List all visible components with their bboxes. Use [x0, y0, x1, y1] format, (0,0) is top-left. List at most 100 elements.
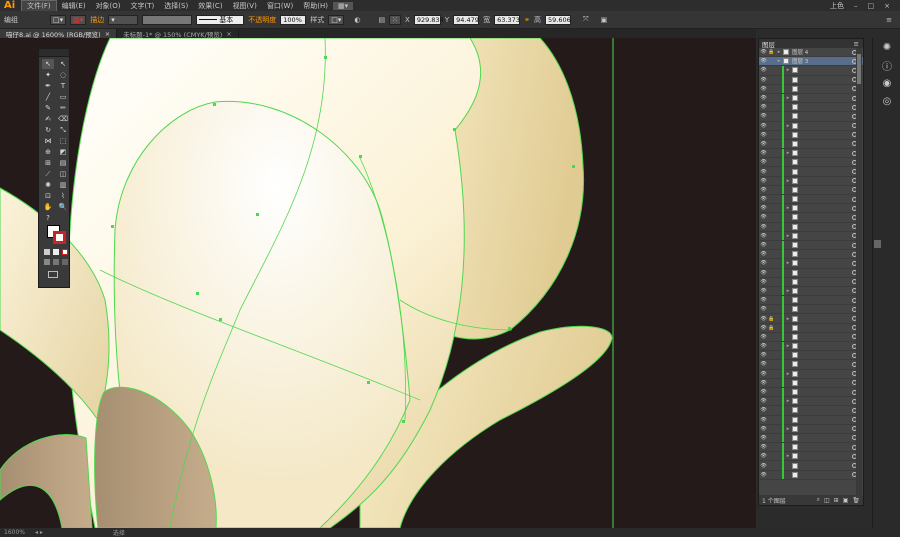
- transform-icon[interactable]: ⤧: [583, 15, 589, 24]
- tab-document-2[interactable]: 未标题-1* @ 150% (CMYK/预览) ×: [117, 29, 239, 39]
- sublayer-row[interactable]: 👁 🔒: [759, 323, 863, 333]
- workspace-switcher[interactable]: 上色: [830, 1, 844, 11]
- eraser-tool-icon[interactable]: ⌫: [57, 114, 69, 124]
- sublayer-row[interactable]: 👁 ▸: [759, 203, 863, 214]
- sublayer-row[interactable]: 👁: [759, 304, 863, 315]
- visibility-eye-icon[interactable]: 👁: [759, 196, 768, 202]
- mesh-tool-icon[interactable]: ⊞: [42, 158, 54, 168]
- visibility-eye-icon[interactable]: 👁: [759, 58, 768, 64]
- bridge-icon[interactable]: ▦▾: [332, 1, 354, 10]
- visibility-eye-icon[interactable]: 👁: [759, 104, 768, 110]
- width-tool-icon[interactable]: ⋈: [42, 136, 54, 146]
- sublayer-row[interactable]: 👁 🔒 ▸: [759, 314, 863, 324]
- visibility-eye-icon[interactable]: 👁: [759, 371, 768, 377]
- type-tool-icon[interactable]: T: [57, 81, 69, 91]
- reference-point-icon[interactable]: ⁙: [389, 14, 402, 25]
- expand-triangle-icon[interactable]: ▸: [775, 49, 783, 55]
- sublayer-row[interactable]: 👁 ▸: [759, 369, 863, 379]
- minimize-button[interactable]: –: [854, 2, 858, 10]
- sublayer-row[interactable]: 👁 ▸: [759, 396, 863, 407]
- symbol-sprayer-tool-icon[interactable]: ✺: [42, 180, 54, 190]
- maximize-button[interactable]: □: [868, 2, 875, 10]
- opacity-field[interactable]: 100%: [280, 14, 307, 25]
- visibility-eye-icon[interactable]: 👁: [759, 49, 768, 55]
- visibility-eye-icon[interactable]: 👁: [759, 214, 768, 220]
- panel-menu-icon[interactable]: ≡: [886, 16, 892, 24]
- visibility-eye-icon[interactable]: 👁: [759, 224, 768, 230]
- menu-window[interactable]: 窗口(W): [262, 1, 298, 11]
- visibility-eye-icon[interactable]: 👁: [759, 380, 768, 386]
- visibility-eye-icon[interactable]: 👁: [759, 270, 768, 276]
- visibility-eye-icon[interactable]: 👁: [759, 297, 768, 303]
- stroke-label[interactable]: 描边: [90, 15, 104, 25]
- visibility-eye-icon[interactable]: 👁: [759, 279, 768, 285]
- layers-scrollbar[interactable]: [856, 48, 862, 498]
- sublayer-row[interactable]: 👁: [759, 222, 863, 232]
- visibility-eye-icon[interactable]: 👁: [759, 316, 768, 322]
- visibility-eye-icon[interactable]: 👁: [759, 343, 768, 349]
- sublayer-row[interactable]: 👁: [759, 194, 863, 205]
- visibility-eye-icon[interactable]: 👁: [759, 398, 768, 404]
- scale-tool-icon[interactable]: ⤡: [57, 125, 69, 135]
- sublayer-row[interactable]: 👁: [759, 359, 863, 370]
- sublayer-row[interactable]: 👁: [759, 442, 863, 453]
- hand-tool-icon[interactable]: ✋: [42, 202, 54, 212]
- slice-tool-icon[interactable]: ⌇: [57, 191, 69, 201]
- none-mode-icon[interactable]: [62, 249, 68, 255]
- constrain-icon[interactable]: ⚭: [524, 16, 530, 24]
- perspective-tool-icon[interactable]: ◩: [57, 147, 69, 157]
- layer-label[interactable]: 图层 4: [792, 48, 852, 56]
- fill-stroke-widget[interactable]: [45, 225, 69, 247]
- tab-close-icon[interactable]: ×: [226, 30, 231, 38]
- sublayer-row[interactable]: 👁 ▸: [759, 286, 863, 297]
- expand-triangle-icon[interactable]: ▸: [784, 178, 792, 184]
- sublayer-row[interactable]: 👁 ▸: [759, 121, 863, 131]
- line-tool-icon[interactable]: ╱: [42, 92, 54, 102]
- artboard-tool-icon[interactable]: ⊡: [42, 191, 54, 201]
- lock-icon[interactable]: 🔒: [768, 325, 775, 331]
- sublayer-row[interactable]: 👁 ▸: [759, 176, 863, 186]
- sublayer-row[interactable]: 👁: [759, 268, 863, 278]
- sublayer-row[interactable]: 👁: [759, 139, 863, 150]
- opacity-label[interactable]: 不透明度: [248, 15, 276, 25]
- expand-triangle-icon[interactable]: ▸: [784, 205, 792, 211]
- close-button[interactable]: ×: [884, 2, 890, 10]
- sublayer-row[interactable]: 👁 ▸: [759, 258, 863, 269]
- expand-triangle-icon[interactable]: ▸: [784, 150, 792, 156]
- free-transform-tool-icon[interactable]: ⬚: [57, 136, 69, 146]
- visibility-eye-icon[interactable]: 👁: [759, 187, 768, 193]
- artboard-nav[interactable]: ◂ ▸: [35, 529, 43, 536]
- visibility-eye-icon[interactable]: 👁: [759, 205, 768, 211]
- sublayer-row[interactable]: 👁: [759, 433, 863, 444]
- blob-brush-tool-icon[interactable]: ✍: [42, 114, 54, 124]
- lasso-tool-icon[interactable]: ◌: [57, 70, 69, 80]
- visibility-eye-icon[interactable]: 👁: [759, 407, 768, 413]
- w-field[interactable]: 63.373: [494, 14, 521, 25]
- graph-tool-icon[interactable]: ▥: [57, 180, 69, 190]
- gradient-mode-icon[interactable]: [53, 249, 59, 255]
- expand-triangle-icon[interactable]: ▸: [784, 343, 792, 349]
- sublayer-row[interactable]: 👁 ▸: [759, 424, 863, 434]
- pen-tool-icon[interactable]: ✒: [42, 81, 54, 91]
- sublayer-row[interactable]: 👁: [759, 130, 863, 140]
- new-layer-icon[interactable]: ▣: [843, 497, 849, 504]
- menu-help[interactable]: 帮助(H): [298, 1, 333, 11]
- visibility-eye-icon[interactable]: 👁: [759, 150, 768, 156]
- appearance-panel-icon[interactable]: ◉: [873, 74, 900, 92]
- recolor-icon[interactable]: ◐: [354, 16, 360, 24]
- variable-width-field[interactable]: [142, 14, 193, 25]
- sublayer-row[interactable]: 👁: [759, 461, 863, 471]
- visibility-eye-icon[interactable]: 👁: [759, 306, 768, 312]
- expand-triangle-icon[interactable]: ▸: [784, 67, 792, 73]
- visibility-eye-icon[interactable]: 👁: [759, 444, 768, 450]
- sublayer-row[interactable]: 👁: [759, 415, 863, 425]
- sublayer-row[interactable]: 👁: [759, 295, 863, 306]
- h-field[interactable]: 59.606: [544, 14, 571, 25]
- visibility-eye-icon[interactable]: 👁: [759, 251, 768, 257]
- sublayer-row[interactable]: 👁: [759, 102, 863, 113]
- sublayer-row[interactable]: 👁: [759, 185, 863, 195]
- visibility-eye-icon[interactable]: 👁: [759, 178, 768, 184]
- expand-triangle-icon[interactable]: ▸: [784, 123, 792, 129]
- visibility-eye-icon[interactable]: 👁: [759, 67, 768, 73]
- expand-triangle-icon[interactable]: ▸: [784, 316, 792, 322]
